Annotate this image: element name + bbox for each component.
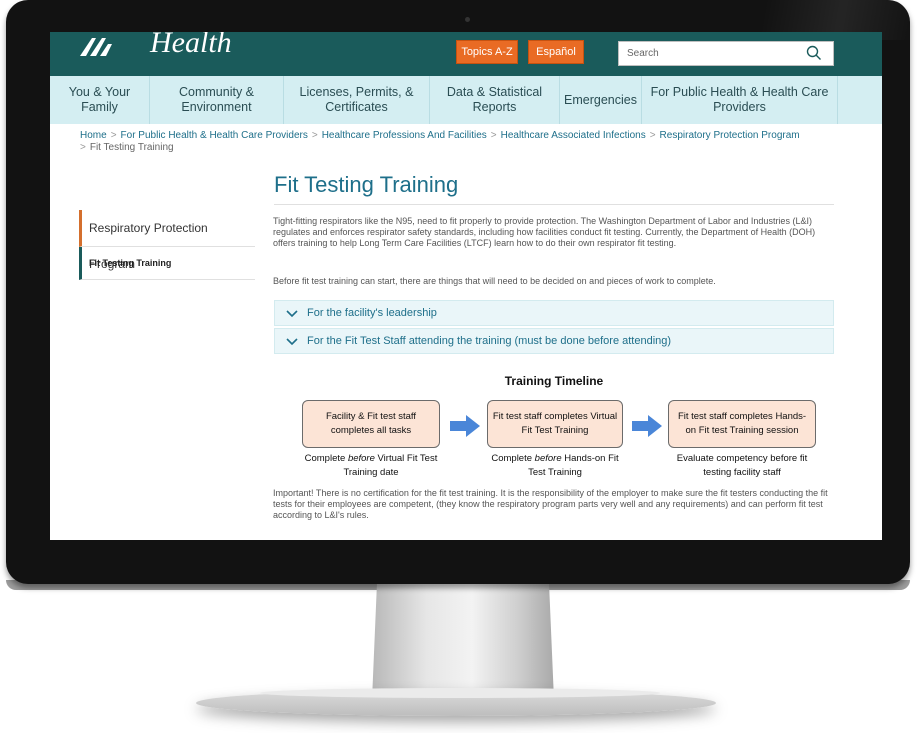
chevron-down-icon: [286, 338, 298, 346]
monitor-bezel: Health Topics A-Z Español Search You & Y…: [6, 0, 916, 590]
breadcrumb-public-health[interactable]: For Public Health & Health Care Provider…: [121, 130, 308, 141]
breadcrumb-separator: >: [80, 142, 86, 153]
sidebar-item-rpp[interactable]: Respiratory Protection Program: [79, 210, 255, 271]
timeline-caption-2: Complete before Hands-on Fit Test Traini…: [491, 453, 619, 478]
important-note: Important! There is no certification for…: [273, 488, 828, 520]
timeline-caption-1: Complete before Virtual Fit Test Trainin…: [304, 453, 438, 478]
breadcrumb-separator: >: [110, 130, 117, 141]
webcam: [465, 17, 470, 22]
accordion-label: For the Fit Test Staff attending the tra…: [307, 335, 672, 347]
arrow-right-icon: [632, 415, 662, 437]
sidebar-item-fit-testing[interactable]: Fit Testing Training: [79, 247, 255, 280]
search-icon[interactable]: [805, 44, 823, 62]
breadcrumb-separator: >: [490, 130, 497, 141]
nav-public-health-providers[interactable]: For Public Health & Health Care Provider…: [642, 76, 838, 124]
browser-viewport: Health Topics A-Z Español Search You & Y…: [50, 32, 882, 540]
accordion-label: For the facility's leadership: [307, 307, 437, 319]
logo-icon[interactable]: [78, 36, 126, 58]
search-placeholder: Search: [627, 48, 659, 59]
search-input[interactable]: Search: [618, 41, 834, 66]
timeline-title: Training Timeline: [504, 374, 604, 388]
accordion-facility-leadership[interactable]: For the facility's leadership: [274, 300, 834, 326]
accordion-fit-test-staff[interactable]: For the Fit Test Staff attending the tra…: [274, 328, 834, 354]
breadcrumb-separator: >: [311, 130, 318, 141]
title-divider: [274, 204, 834, 205]
nav-data-statistical-reports[interactable]: Data & Statistical Reports: [430, 76, 560, 124]
topics-az-button[interactable]: Topics A-Z: [456, 40, 518, 64]
chevron-down-icon: [286, 310, 298, 318]
breadcrumb-home[interactable]: Home: [80, 130, 107, 141]
nav-community-environment[interactable]: Community & Environment: [150, 76, 284, 124]
breadcrumb-hai[interactable]: Healthcare Associated Infections: [501, 130, 646, 141]
monitor-stand: [372, 572, 554, 700]
timeline-caption-3: Evaluate competency before fit testing f…: [676, 453, 808, 478]
breadcrumb-healthcare-professions[interactable]: Healthcare Professions And Facilities: [322, 130, 487, 141]
intro-paragraph: Tight-fitting respirators like the N95, …: [273, 216, 816, 248]
timeline-step-3: Fit test staff completes Hands-on Fit te…: [668, 400, 816, 448]
timeline-step-1: Facility & Fit test staff completes all …: [302, 400, 440, 448]
sidebar: Respiratory Protection Program Fit Testi…: [79, 210, 255, 280]
timeline-step-2: Fit test staff completes Virtual Fit Tes…: [487, 400, 623, 448]
breadcrumb: Home > For Public Health & Health Care Pro…: [80, 130, 860, 154]
nav-emergencies[interactable]: Emergencies: [560, 76, 642, 124]
monitor-base-highlight: [260, 688, 660, 698]
arrow-right-icon: [450, 415, 480, 437]
espanol-button[interactable]: Español: [528, 40, 584, 64]
site-header: Health Topics A-Z Español Search: [50, 32, 882, 76]
nav-licenses-permits[interactable]: Licenses, Permits, & Certificates: [284, 76, 430, 124]
breadcrumb-current: Fit Testing Training: [89, 142, 174, 153]
nav-you-and-your-family[interactable]: You & Your Family: [50, 76, 150, 124]
breadcrumb-rpp[interactable]: Respiratory Protection Program: [660, 130, 800, 141]
page-title: Fit Testing Training: [274, 172, 459, 197]
breadcrumb-separator: >: [649, 130, 656, 141]
before-paragraph: Before fit test training can start, ther…: [273, 276, 716, 286]
main-nav: You & Your Family Community & Environmen…: [50, 76, 882, 124]
